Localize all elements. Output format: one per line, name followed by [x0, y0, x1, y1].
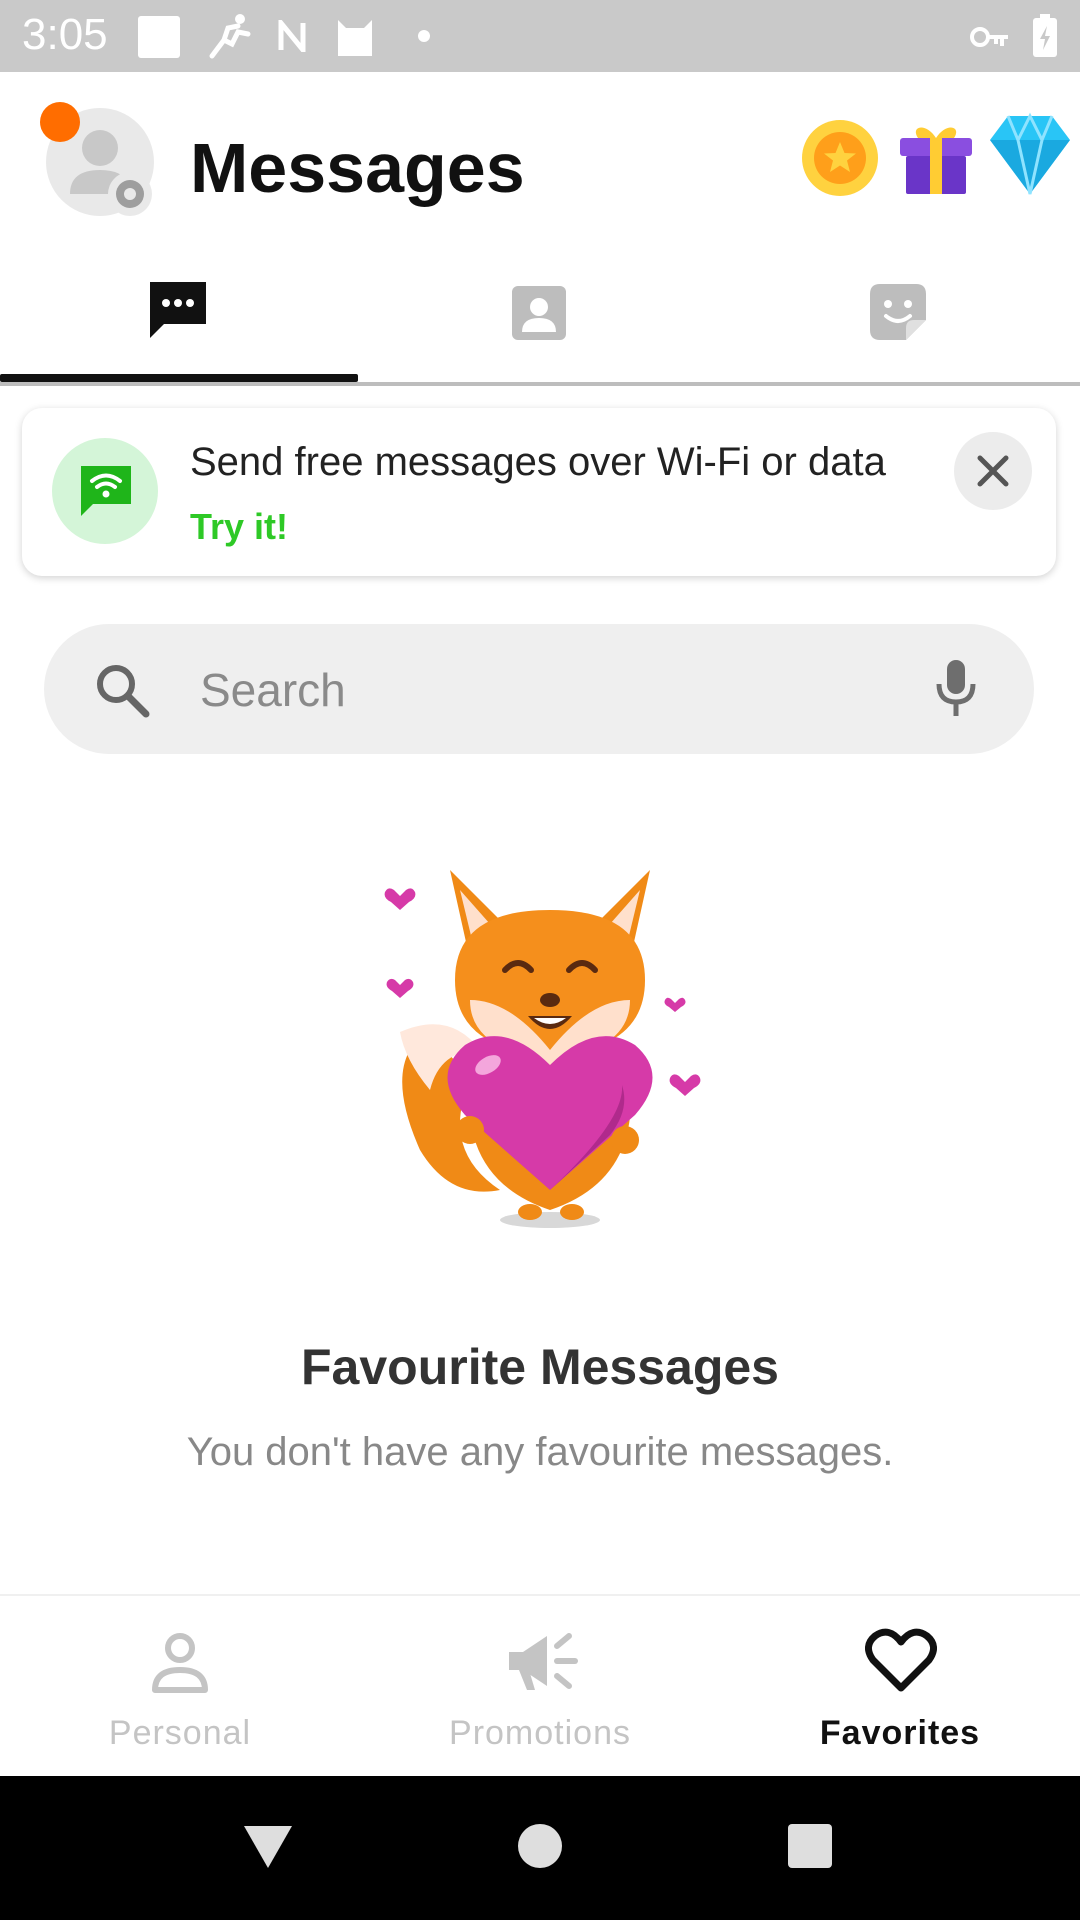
- tabs-divider: [0, 382, 1080, 386]
- nav-label-favorites: Favorites: [819, 1714, 981, 1752]
- nav-favorites[interactable]: Favorites: [720, 1596, 1080, 1778]
- chat-bubble-icon: [150, 282, 206, 338]
- active-tab-indicator: [0, 374, 358, 382]
- nav-label-promotions: Promotions: [449, 1714, 631, 1752]
- diamond-icon[interactable]: [986, 112, 1074, 196]
- cat-icon: [338, 20, 372, 56]
- back-button[interactable]: [242, 1822, 294, 1870]
- sticker-icon: [870, 284, 926, 340]
- n-icon: [278, 20, 306, 52]
- nav-promotions[interactable]: Promotions: [360, 1596, 720, 1778]
- microphone-icon[interactable]: [934, 658, 978, 718]
- home-button[interactable]: [516, 1822, 564, 1870]
- dot-icon: [418, 30, 430, 42]
- person-icon: [152, 1633, 208, 1693]
- system-navigation-bar: [0, 1776, 1080, 1920]
- coin-icon[interactable]: [800, 118, 880, 198]
- fox-heart-illustration: [384, 870, 701, 1228]
- bottom-navigation: Personal Promotions Favorites: [0, 1594, 1080, 1778]
- notification-dot: [40, 102, 80, 142]
- try-it-link[interactable]: Try it!: [190, 506, 288, 548]
- contact-card-icon: [512, 286, 566, 340]
- close-promo-button[interactable]: [954, 432, 1032, 510]
- nav-personal[interactable]: Personal: [0, 1596, 360, 1778]
- promo-icon-container: [52, 438, 158, 544]
- tab-chats[interactable]: [0, 252, 360, 384]
- nav-label-personal: Personal: [108, 1714, 252, 1752]
- promo-banner[interactable]: Send free messages over Wi-Fi or data Tr…: [22, 408, 1056, 576]
- search-icon: [97, 665, 150, 718]
- battery-icon: [1033, 14, 1057, 57]
- megaphone-icon: [509, 1633, 578, 1690]
- wifi-message-icon: [81, 466, 131, 516]
- tab-stickers[interactable]: [720, 252, 1080, 384]
- promo-text: Send free messages over Wi-Fi or data: [190, 440, 886, 484]
- heart-icon: [865, 1628, 937, 1692]
- key-icon: [970, 27, 1008, 47]
- empty-state-subtitle: You don't have any favourite messages.: [186, 1430, 894, 1474]
- close-icon: [977, 455, 1009, 487]
- search-input[interactable]: [198, 648, 902, 732]
- tab-contacts[interactable]: [360, 252, 720, 384]
- recents-button[interactable]: [786, 1822, 834, 1870]
- runner-icon: [209, 14, 251, 59]
- status-bar: 3:05: [0, 0, 1080, 72]
- header: Messages: [0, 72, 1080, 252]
- status-time: 3:05: [22, 10, 108, 59]
- square-icon: [138, 16, 180, 58]
- gift-icon[interactable]: [896, 116, 976, 196]
- page-title: Messages: [190, 129, 525, 207]
- search-bar[interactable]: [44, 624, 1034, 754]
- top-tabs: [0, 252, 1080, 384]
- empty-state-title: Favourite Messages: [301, 1339, 779, 1395]
